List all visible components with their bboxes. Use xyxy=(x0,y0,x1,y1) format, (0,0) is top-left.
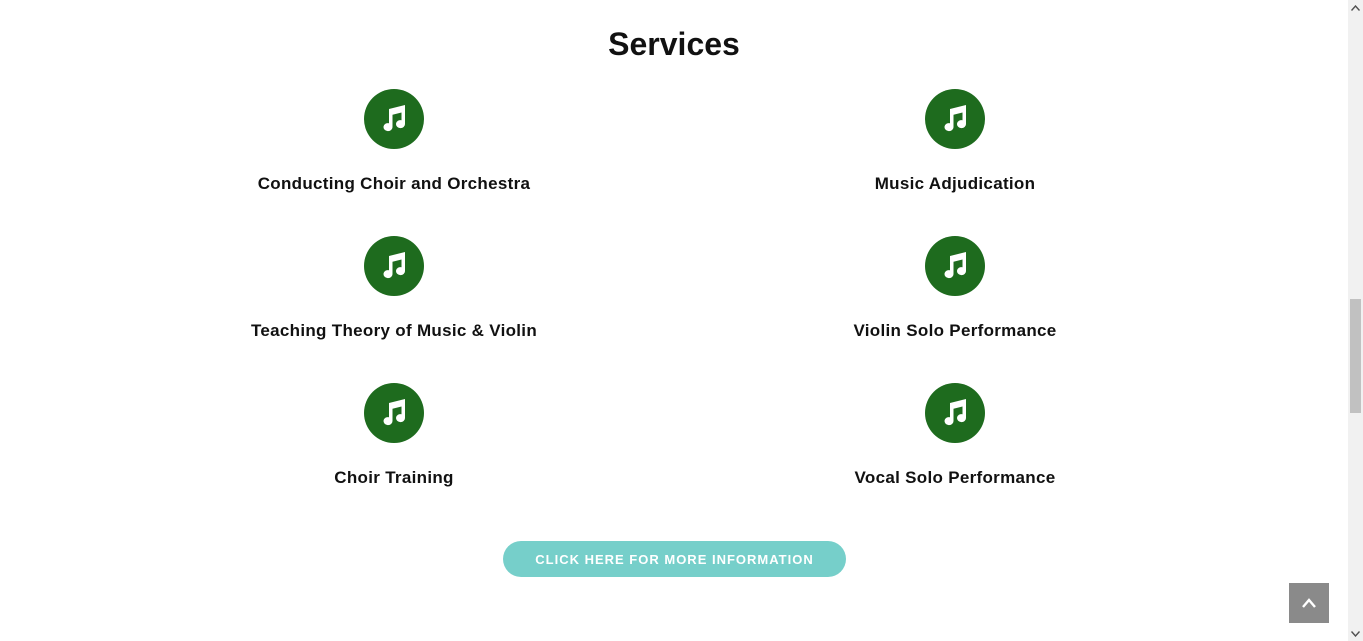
service-label: Teaching Theory of Music & Violin xyxy=(250,321,538,340)
scrollbar[interactable] xyxy=(1348,0,1363,641)
service-label: Choir Training xyxy=(334,468,454,487)
section-title: Services xyxy=(608,26,740,62)
service-label: Vocal Solo Performance xyxy=(854,468,1056,487)
service-item: Vocal Solo Performance xyxy=(755,383,1155,503)
service-item: Conducting Choir and Orchestra xyxy=(194,89,594,209)
service-item: Music Adjudication xyxy=(755,89,1155,209)
chevron-up-icon xyxy=(1302,598,1316,608)
service-label: Conducting Choir and Orchestra xyxy=(257,174,531,193)
scroll-up-arrow-icon[interactable] xyxy=(1348,0,1363,15)
music-note-icon xyxy=(925,89,985,149)
services-section: Services Conducting Choir and Orchestra … xyxy=(0,0,1348,641)
music-note-icon xyxy=(364,89,424,149)
service-item: Choir Training xyxy=(194,383,594,503)
service-item: Teaching Theory of Music & Violin xyxy=(194,236,594,356)
scrollbar-thumb[interactable] xyxy=(1350,299,1361,413)
service-item: Violin Solo Performance xyxy=(755,236,1155,356)
service-label: Music Adjudication xyxy=(874,174,1036,193)
page: Services Conducting Choir and Orchestra … xyxy=(0,0,1363,641)
music-note-icon xyxy=(925,383,985,443)
music-note-icon xyxy=(364,383,424,443)
music-note-icon xyxy=(925,236,985,296)
more-information-button[interactable]: CLICK HERE FOR MORE INFORMATION xyxy=(503,541,846,577)
scroll-down-arrow-icon[interactable] xyxy=(1348,626,1363,641)
music-note-icon xyxy=(364,236,424,296)
service-label: Violin Solo Performance xyxy=(853,321,1057,340)
back-to-top-button[interactable] xyxy=(1289,583,1329,623)
